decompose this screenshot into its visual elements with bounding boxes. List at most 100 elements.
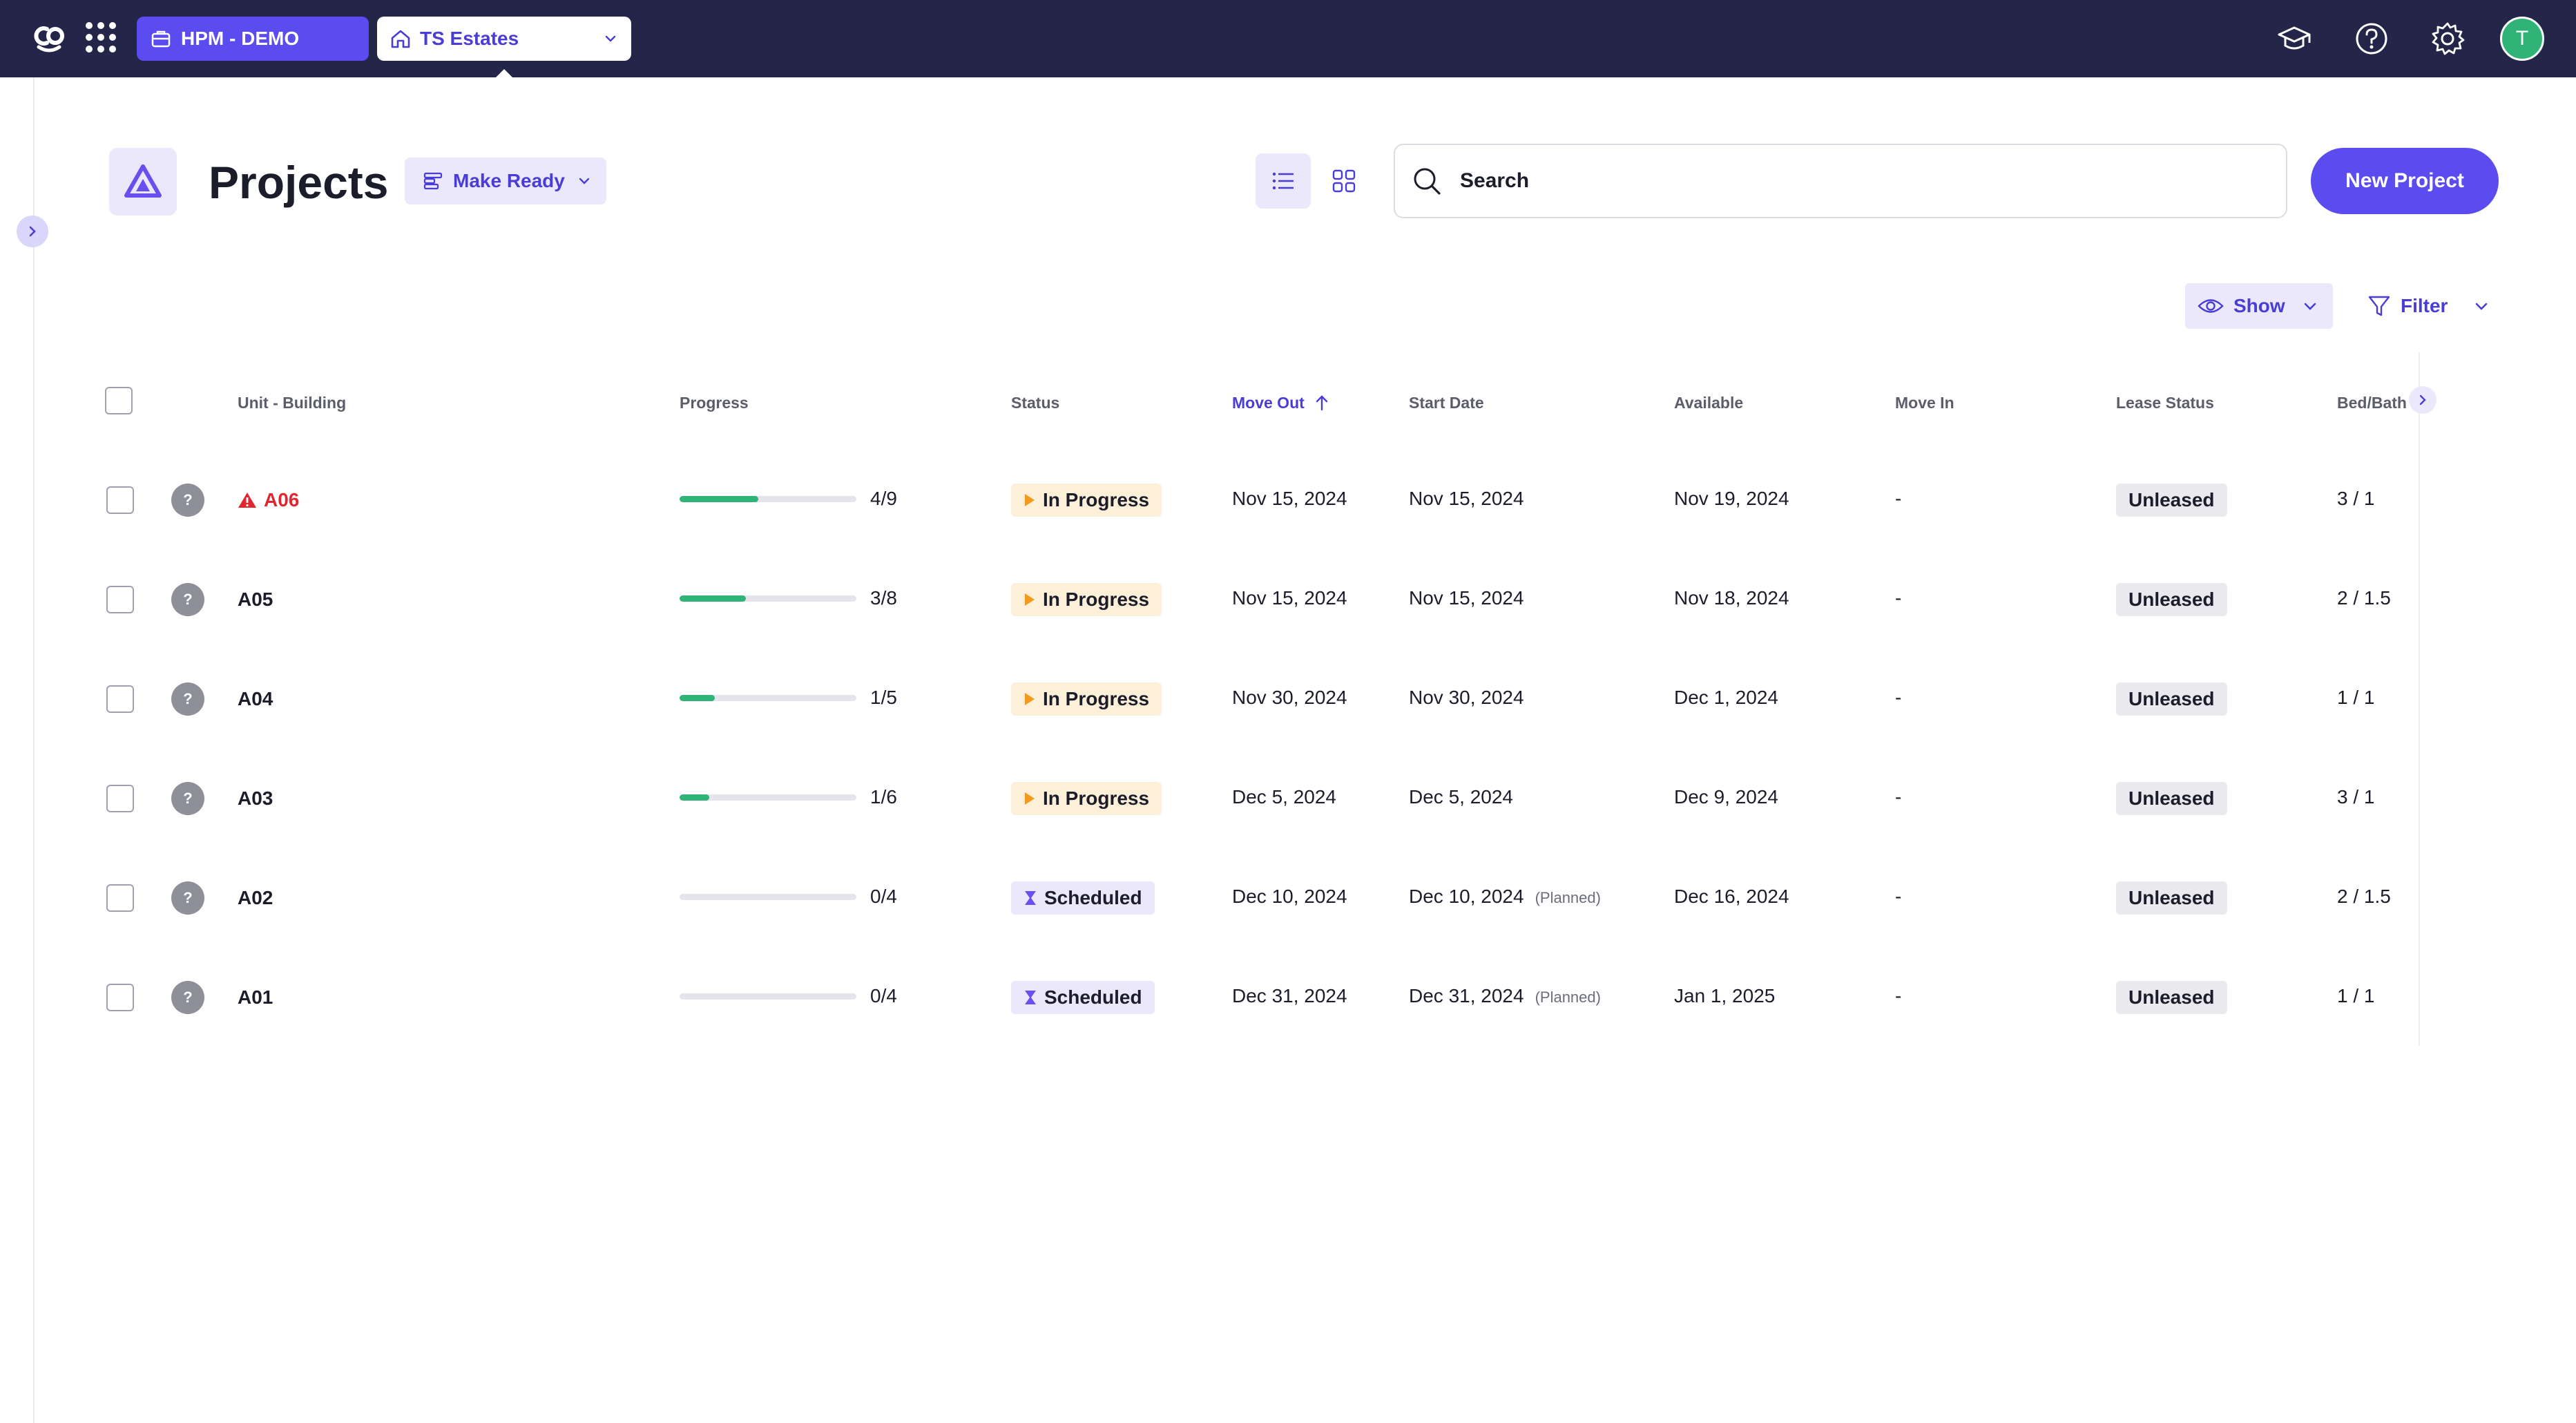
lease-status-badge: Unleased (2116, 484, 2227, 517)
workflow-selector[interactable]: Make Ready (405, 157, 606, 204)
column-header-progress[interactable]: Progress (680, 394, 749, 412)
hourglass-icon (1025, 991, 1036, 1004)
unit-info-icon[interactable]: ? (171, 682, 204, 716)
status-label: In Progress (1043, 688, 1150, 709)
move-in-date: - (1895, 488, 1902, 509)
unit-info-icon[interactable]: ? (171, 583, 204, 616)
bed-bath: 3 / 1 (2337, 488, 2375, 509)
move-out-date: Dec 10, 2024 (1232, 886, 1347, 907)
organization-switcher[interactable]: HPM - DEMO (137, 17, 369, 61)
scroll-columns-right-button[interactable] (2409, 386, 2436, 414)
show-columns-button[interactable]: Show (2185, 283, 2333, 329)
progress-bar (680, 595, 856, 602)
user-avatar[interactable]: T (2500, 17, 2544, 61)
workflow-icon (423, 172, 443, 190)
list-view-button[interactable] (1256, 153, 1311, 209)
move-out-date: Nov 15, 2024 (1232, 587, 1347, 609)
bed-bath: 2 / 1.5 (2337, 886, 2391, 907)
unit-info-icon[interactable]: ? (171, 484, 204, 517)
workflow-label: Make Ready (453, 170, 565, 191)
select-all-checkbox[interactable] (105, 387, 133, 414)
status-label: Scheduled (1044, 986, 1142, 1008)
play-icon (1025, 494, 1035, 506)
progress-bar (680, 695, 856, 701)
unit-name: A01 (238, 986, 273, 1008)
play-icon (1025, 792, 1035, 805)
row-checkbox[interactable] (106, 486, 134, 514)
page-title: Projects (209, 157, 389, 208)
lease-status-badge: Unleased (2116, 583, 2227, 616)
status-badge: In Progress (1011, 583, 1162, 616)
new-project-button[interactable]: New Project (2311, 148, 2499, 214)
chevron-right-icon (2419, 394, 2426, 405)
unit-link[interactable]: A02 (238, 887, 273, 909)
unit-link[interactable]: A03 (238, 787, 273, 810)
start-date-cell: Dec 31, 2024 (Planned) (1409, 985, 1601, 1007)
column-header-move-out[interactable]: Move Out (1232, 394, 1329, 412)
row-checkbox[interactable] (106, 884, 134, 912)
warning-icon (238, 493, 256, 508)
move-in-date: - (1895, 587, 1902, 609)
planned-note: (Planned) (1535, 989, 1601, 1006)
chevron-down-icon (579, 178, 590, 184)
row-checkbox[interactable] (106, 984, 134, 1011)
move-in-date: - (1895, 886, 1902, 907)
unit-link[interactable]: A05 (238, 589, 273, 611)
sort-ascending-icon (1316, 395, 1328, 411)
unit-name: A02 (238, 887, 273, 908)
sidebar-expand-button[interactable] (17, 216, 48, 247)
lease-status-badge: Unleased (2116, 782, 2227, 815)
planned-note: (Planned) (1535, 889, 1601, 906)
lease-status-badge: Unleased (2116, 881, 2227, 915)
top-navigation-bar: HPM - DEMO TS Estates T (0, 0, 2576, 79)
unit-info-icon[interactable]: ? (171, 981, 204, 1014)
unit-link[interactable]: A06 (238, 489, 299, 511)
column-header-available[interactable]: Available (1674, 394, 1743, 412)
lease-status-badge: Unleased (2116, 981, 2227, 1014)
start-date-cell: Nov 15, 2024 (1409, 488, 1535, 510)
left-sidebar-rail (0, 77, 35, 1423)
gear-icon[interactable] (2430, 21, 2466, 57)
progress-bar (680, 894, 856, 900)
organization-label: HPM - DEMO (181, 28, 300, 49)
column-header-lease-status[interactable]: Lease Status (2116, 394, 2214, 412)
show-label: Show (2233, 295, 2285, 316)
chevron-right-icon (29, 226, 36, 237)
search-icon (1414, 168, 1441, 195)
filter-button[interactable]: Filter (2365, 283, 2489, 329)
row-checkbox[interactable] (106, 785, 134, 812)
selector-pointer (494, 69, 514, 79)
move-out-date: Dec 5, 2024 (1232, 786, 1336, 808)
unit-info-icon[interactable]: ? (171, 782, 204, 815)
search-input[interactable] (1460, 169, 2220, 193)
unit-link[interactable]: A01 (238, 986, 273, 1009)
progress-count: 1/5 (870, 687, 897, 708)
property-selector[interactable]: TS Estates (377, 17, 631, 61)
status-badge: In Progress (1011, 682, 1162, 716)
move-out-date: Nov 30, 2024 (1232, 687, 1347, 708)
search-box[interactable] (1394, 144, 2287, 218)
bed-bath: 1 / 1 (2337, 985, 2375, 1006)
start-date: Nov 30, 2024 (1409, 687, 1524, 708)
unit-info-icon[interactable]: ? (171, 881, 204, 915)
column-header-bed-bath[interactable]: Bed/Bath (2337, 394, 2409, 412)
briefcase-icon (151, 30, 171, 48)
progress-bar-fill (680, 695, 715, 701)
help-icon[interactable] (2354, 21, 2390, 57)
logo-icon[interactable] (32, 19, 66, 54)
column-header-status[interactable]: Status (1011, 394, 1059, 412)
apps-grid-icon[interactable] (86, 22, 116, 52)
column-header-start-date[interactable]: Start Date (1409, 394, 1484, 412)
grid-view-button[interactable] (1316, 153, 1372, 209)
unit-link[interactable]: A04 (238, 688, 273, 710)
progress-bar-fill (680, 496, 758, 502)
graduation-cap-icon[interactable] (2276, 21, 2312, 57)
column-header-unit[interactable]: Unit - Building (238, 394, 346, 412)
column-header-move-in[interactable]: Move In (1895, 394, 1954, 412)
row-checkbox[interactable] (106, 586, 134, 613)
house-icon (391, 30, 410, 48)
column-header-move-out-label: Move Out (1232, 394, 1305, 412)
start-date-cell: Dec 10, 2024 (Planned) (1409, 886, 1601, 908)
chevron-down-icon (2304, 303, 2316, 310)
row-checkbox[interactable] (106, 685, 134, 713)
